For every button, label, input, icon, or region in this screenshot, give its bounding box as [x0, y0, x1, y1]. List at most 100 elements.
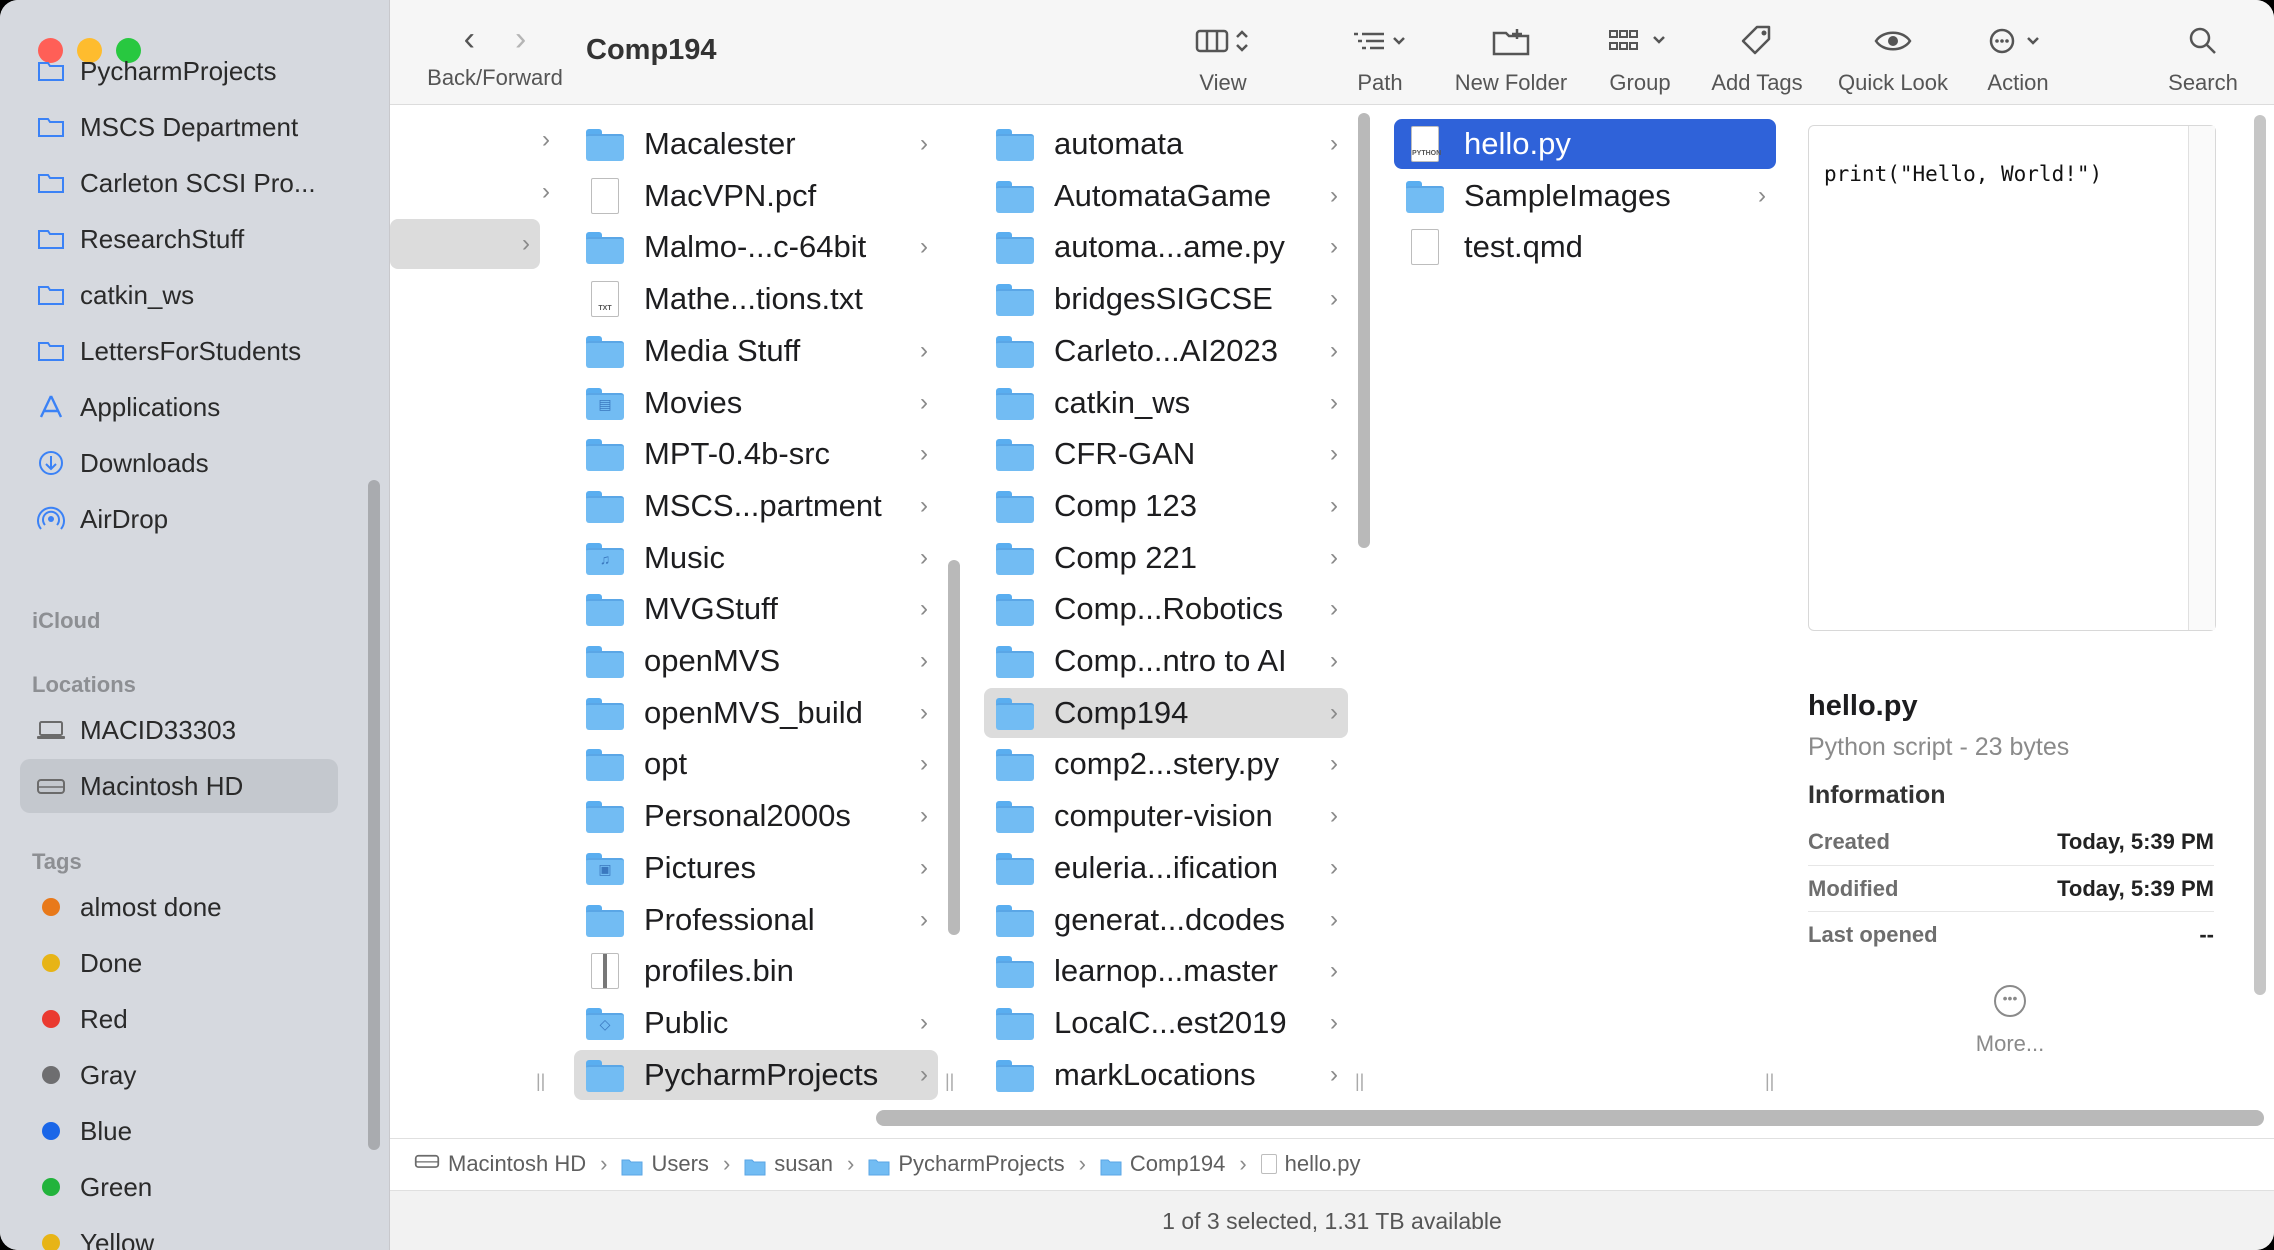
sidebar-tag-item[interactable]: Red — [20, 992, 338, 1046]
file-row[interactable]: openMVS_build › — [574, 688, 938, 738]
file-row[interactable]: Carleto...AI2023 › — [984, 326, 1348, 376]
sidebar-tag-item[interactable]: Done — [20, 936, 338, 990]
sidebar-item[interactable]: Applications — [20, 380, 338, 434]
file-row[interactable]: PycharmProjects › — [574, 1049, 938, 1100]
file-row[interactable]: MVGStuff › — [574, 584, 938, 634]
sidebar-item[interactable]: MSCS Department — [20, 100, 338, 154]
file-row[interactable]: markLocations › — [984, 1050, 1348, 1100]
column-resize-handle[interactable]: || — [1765, 1071, 1774, 1092]
file-row[interactable]: learnop...master › — [984, 946, 1348, 996]
file-row[interactable]: bridgesSIGCSE › — [984, 274, 1348, 324]
file-row[interactable]: LocalC...est2019 › — [984, 998, 1348, 1048]
action-button[interactable]: Action — [1976, 20, 2060, 96]
file-row[interactable]: SampleImages › — [1394, 171, 1776, 221]
folder-icon — [586, 232, 624, 265]
search-button[interactable]: Search — [2160, 20, 2246, 96]
column-1-row[interactable]: › — [390, 115, 560, 165]
sidebar-tag-item[interactable]: Green — [20, 1160, 338, 1214]
file-row[interactable]: ♫ Music › — [574, 533, 938, 583]
chevron-right-icon: › — [1330, 233, 1338, 261]
view-button[interactable]: View — [1178, 20, 1268, 96]
path-crumb[interactable]: hello.py — [1260, 1151, 1360, 1177]
file-row[interactable]: catkin_ws › — [984, 378, 1348, 428]
sidebar-item[interactable]: PycharmProjects — [20, 44, 338, 98]
column-3-scrollbar[interactable] — [1358, 113, 1370, 548]
column-1-row[interactable]: › — [390, 167, 560, 217]
column-1-row-selected[interactable]: › — [390, 219, 540, 269]
path-crumb[interactable]: Comp194 — [1100, 1151, 1225, 1177]
file-row[interactable]: openMVS › — [574, 636, 938, 686]
back-button[interactable]: ‹ — [464, 20, 475, 59]
sidebar: PycharmProjects MSCS Department Carleton S… — [0, 0, 390, 1250]
sidebar-location-item[interactable]: MACID33303 — [20, 703, 338, 757]
forward-button[interactable]: › — [515, 20, 526, 59]
file-row[interactable]: Comp 221 › — [984, 533, 1348, 583]
file-name: catkin_ws — [1054, 384, 1191, 420]
file-row[interactable]: Professional › — [574, 895, 938, 945]
more-button[interactable]: ••• More... — [1900, 985, 2120, 1057]
file-row[interactable]: euleria...ification › — [984, 843, 1348, 893]
file-row[interactable]: Malmo-...c-64bit › — [574, 222, 938, 272]
sidebar-item[interactable]: AirDrop — [20, 492, 338, 546]
preview-thumbnail[interactable]: print("Hello, World!") — [1808, 125, 2216, 631]
folder-icon — [586, 594, 624, 627]
sidebar-scrollbar[interactable] — [368, 480, 380, 1150]
file-row[interactable]: PYTHON hello.py — [1394, 119, 1776, 169]
group-button[interactable]: Group — [1600, 20, 1680, 96]
file-row[interactable]: generat...dcodes › — [984, 895, 1348, 945]
file-row[interactable]: profiles.bin — [574, 946, 938, 996]
sidebar-item[interactable]: LettersForStudents — [20, 324, 338, 378]
sidebar-item[interactable]: Carleton SCSI Pro... — [20, 156, 338, 210]
file-row[interactable]: Comp 123 › — [984, 481, 1348, 531]
quick-look-button[interactable]: Quick Look — [1828, 20, 1958, 96]
file-row[interactable]: test.qmd — [1394, 222, 1776, 272]
column-resize-handle[interactable]: || — [536, 1071, 545, 1092]
sidebar-tag-item[interactable]: Yellow — [20, 1216, 338, 1250]
new-folder-button[interactable]: New Folder — [1446, 20, 1576, 96]
path-crumb[interactable]: PycharmProjects — [868, 1151, 1065, 1177]
file-row[interactable]: Macalester › — [574, 119, 938, 169]
path-crumb[interactable]: Users — [621, 1151, 709, 1177]
file-row[interactable]: Comp...ntro to AI › — [984, 636, 1348, 686]
path-crumb[interactable]: Macintosh HD — [414, 1151, 586, 1177]
file-row[interactable]: Personal2000s › — [574, 791, 938, 841]
sidebar-item-label: PycharmProjects — [80, 55, 277, 86]
preview-scrollbar[interactable] — [2254, 115, 2266, 995]
file-row[interactable]: MacVPN.pcf — [574, 171, 938, 221]
path-crumb[interactable]: susan — [744, 1151, 833, 1177]
file-row[interactable]: TXT Mathe...tions.txt — [574, 274, 938, 324]
file-row[interactable]: MSCS...partment › — [574, 481, 938, 531]
sidebar-tag-item[interactable]: Blue — [20, 1104, 338, 1158]
file-row[interactable]: automa...ame.py › — [984, 222, 1348, 272]
file-row[interactable]: ▤ Movies › — [574, 378, 938, 428]
sidebar-tag-item[interactable]: almost done — [20, 880, 338, 934]
file-row[interactable]: opt › — [574, 739, 938, 789]
sidebar-location-item[interactable]: Macintosh HD — [20, 759, 338, 813]
tag-color-dot-icon — [42, 954, 60, 972]
sidebar-item[interactable]: catkin_ws — [20, 268, 338, 322]
file-row[interactable]: comp2...stery.py › — [984, 739, 1348, 789]
file-row[interactable]: automata › — [984, 119, 1348, 169]
horizontal-scrollbar[interactable] — [876, 1110, 2264, 1126]
file-row[interactable]: CFR-GAN › — [984, 429, 1348, 479]
sidebar-item[interactable]: ResearchStuff — [20, 212, 338, 266]
file-row[interactable]: computer-vision › — [984, 791, 1348, 841]
file-row[interactable]: ◇ Public › — [574, 998, 938, 1048]
path-button[interactable]: Path — [1340, 20, 1420, 96]
file-row[interactable]: ▣ Pictures › — [574, 843, 938, 893]
file-name: Music — [644, 539, 725, 575]
folder-icon — [996, 490, 1034, 523]
column-resize-handle[interactable]: || — [945, 1071, 954, 1092]
column-2-scrollbar[interactable] — [948, 560, 960, 935]
file-row[interactable]: AutomataGame › — [984, 171, 1348, 221]
chevron-right-icon: › — [1330, 750, 1338, 778]
sidebar-tag-item[interactable]: Gray — [20, 1048, 338, 1102]
file-row[interactable]: MPT-0.4b-src › — [574, 429, 938, 479]
chevron-right-icon: › — [920, 1008, 928, 1036]
column-resize-handle[interactable]: || — [1355, 1071, 1364, 1092]
file-row[interactable]: Comp...Robotics › — [984, 584, 1348, 634]
file-row[interactable]: Media Stuff › — [574, 326, 938, 376]
add-tags-button[interactable]: Add Tags — [1702, 20, 1812, 96]
file-row[interactable]: Comp194 › — [984, 687, 1348, 738]
sidebar-item[interactable]: Downloads — [20, 436, 338, 490]
